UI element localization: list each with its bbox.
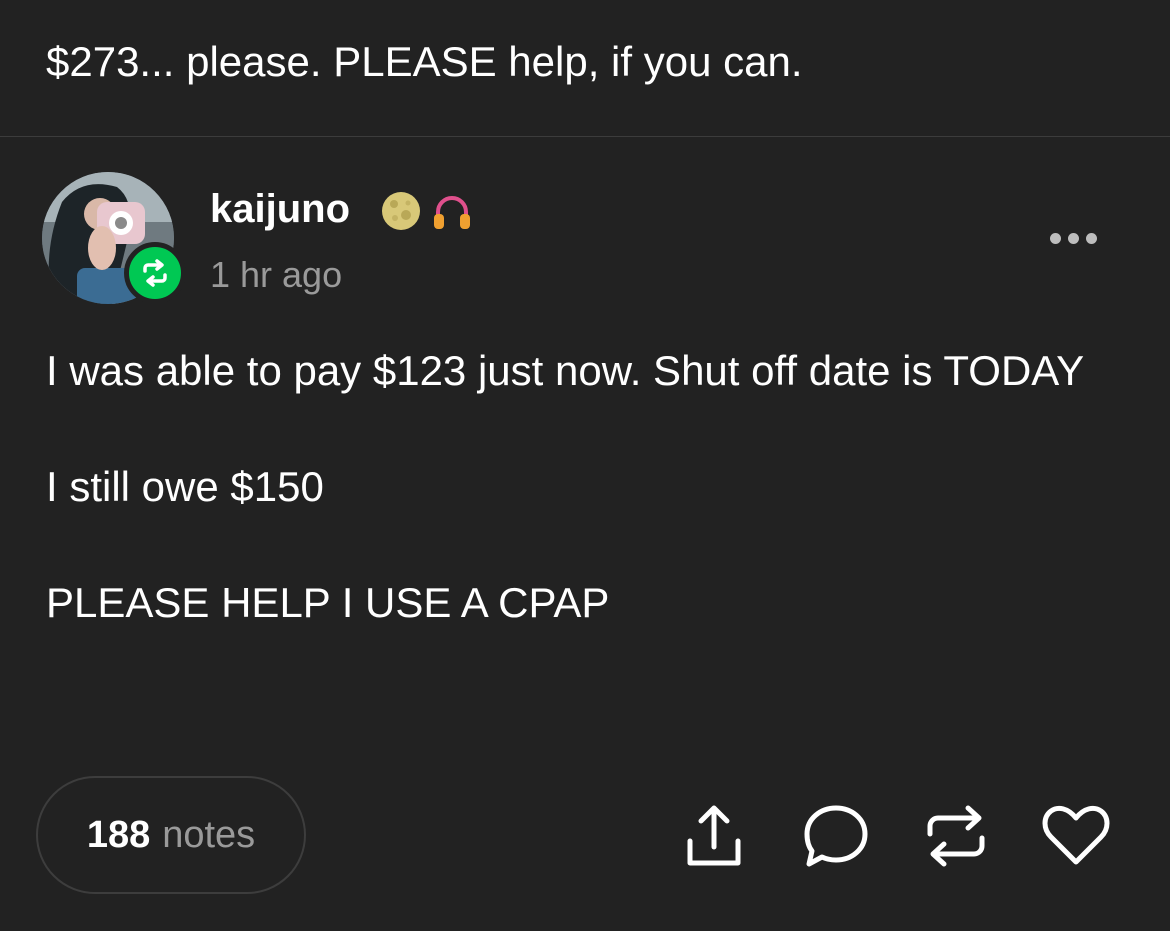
username[interactable]: kaijuno	[210, 184, 350, 234]
post-paragraph: I still owe $150	[46, 463, 324, 510]
more-dot	[1049, 232, 1061, 244]
reblog-badge-icon	[124, 242, 186, 304]
post-actions	[676, 800, 1116, 872]
notes-count: 188	[86, 813, 151, 856]
reply-icon	[804, 805, 868, 867]
post-screen: $273... please. PLEASE help, if you can.	[0, 0, 1170, 931]
notes-button[interactable]: 188 notes	[36, 776, 306, 894]
post-timestamp: 1 hr ago	[210, 254, 343, 295]
post-body: I was able to pay $123 just now. Shut of…	[46, 342, 1126, 632]
more-dot	[1085, 232, 1097, 244]
divider	[0, 136, 1170, 137]
post-paragraph: I was able to pay $123 just now. Shut of…	[46, 347, 1085, 394]
like-icon	[1042, 805, 1110, 865]
more-dot	[1067, 232, 1079, 244]
post-paragraph: PLEASE HELP I USE A CPAP	[46, 579, 610, 626]
user-badges[interactable]	[380, 190, 474, 237]
like-button[interactable]	[1038, 800, 1114, 872]
notes-label: notes	[162, 813, 256, 856]
reblog-button[interactable]	[918, 800, 994, 872]
share-icon	[687, 805, 741, 866]
share-button[interactable]	[676, 800, 752, 872]
previous-post-text: $273... please. PLEASE help, if you can.	[46, 38, 803, 85]
reblog-icon	[927, 805, 985, 867]
more-options-button[interactable]	[1040, 222, 1106, 254]
headphones-badge-icon[interactable]	[430, 190, 474, 237]
avatar-container[interactable]	[42, 172, 186, 306]
moon-badge-icon[interactable]	[380, 190, 422, 237]
reply-button[interactable]	[798, 800, 874, 872]
